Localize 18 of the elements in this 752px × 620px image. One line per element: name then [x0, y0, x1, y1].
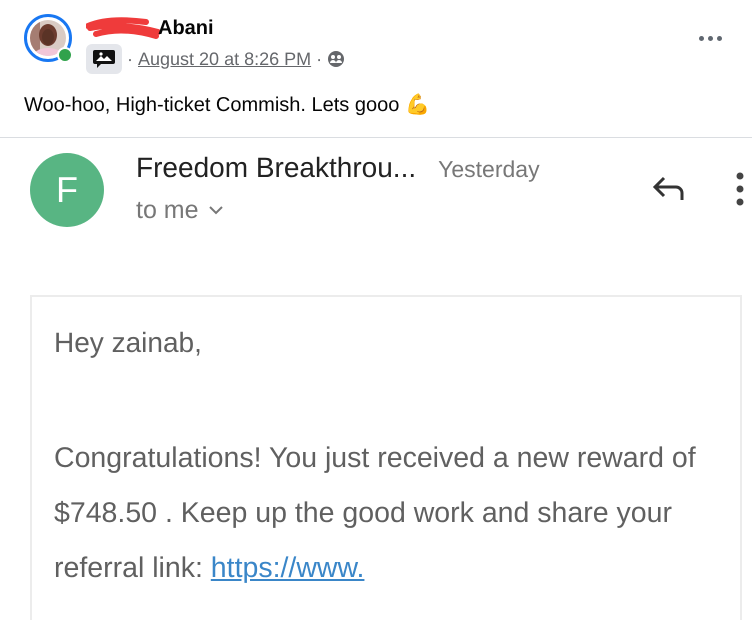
separator: ·: [127, 48, 133, 70]
post-timestamp[interactable]: August 20 at 8:26 PM: [138, 48, 312, 70]
photo-speech-icon: [92, 48, 116, 70]
referral-link[interactable]: https://www.: [210, 552, 364, 584]
recipient-label: to me: [136, 196, 199, 225]
email-greeting: Hey zainab,: [54, 327, 203, 359]
profile-avatar[interactable]: [24, 14, 72, 62]
chevron-down-icon[interactable]: [208, 206, 223, 215]
separator: ·: [316, 48, 322, 70]
post-text: Woo-hoo, High-ticket Commish. Lets gooo 💪: [24, 92, 431, 117]
author-name[interactable]: Abani: [158, 16, 214, 40]
sender-avatar: F: [30, 153, 104, 227]
friends-audience-icon[interactable]: [327, 50, 346, 68]
more-vertical-button[interactable]: [736, 172, 744, 206]
reply-button[interactable]: [652, 176, 686, 202]
email-date: Yesterday: [438, 156, 540, 183]
email-body-text: Congratulations! You just received a new reward of $748.50 . Keep up the good work and share your referral link: https://www.: [54, 441, 697, 586]
sender-name: Freedom Breakthrou...: [136, 152, 416, 184]
